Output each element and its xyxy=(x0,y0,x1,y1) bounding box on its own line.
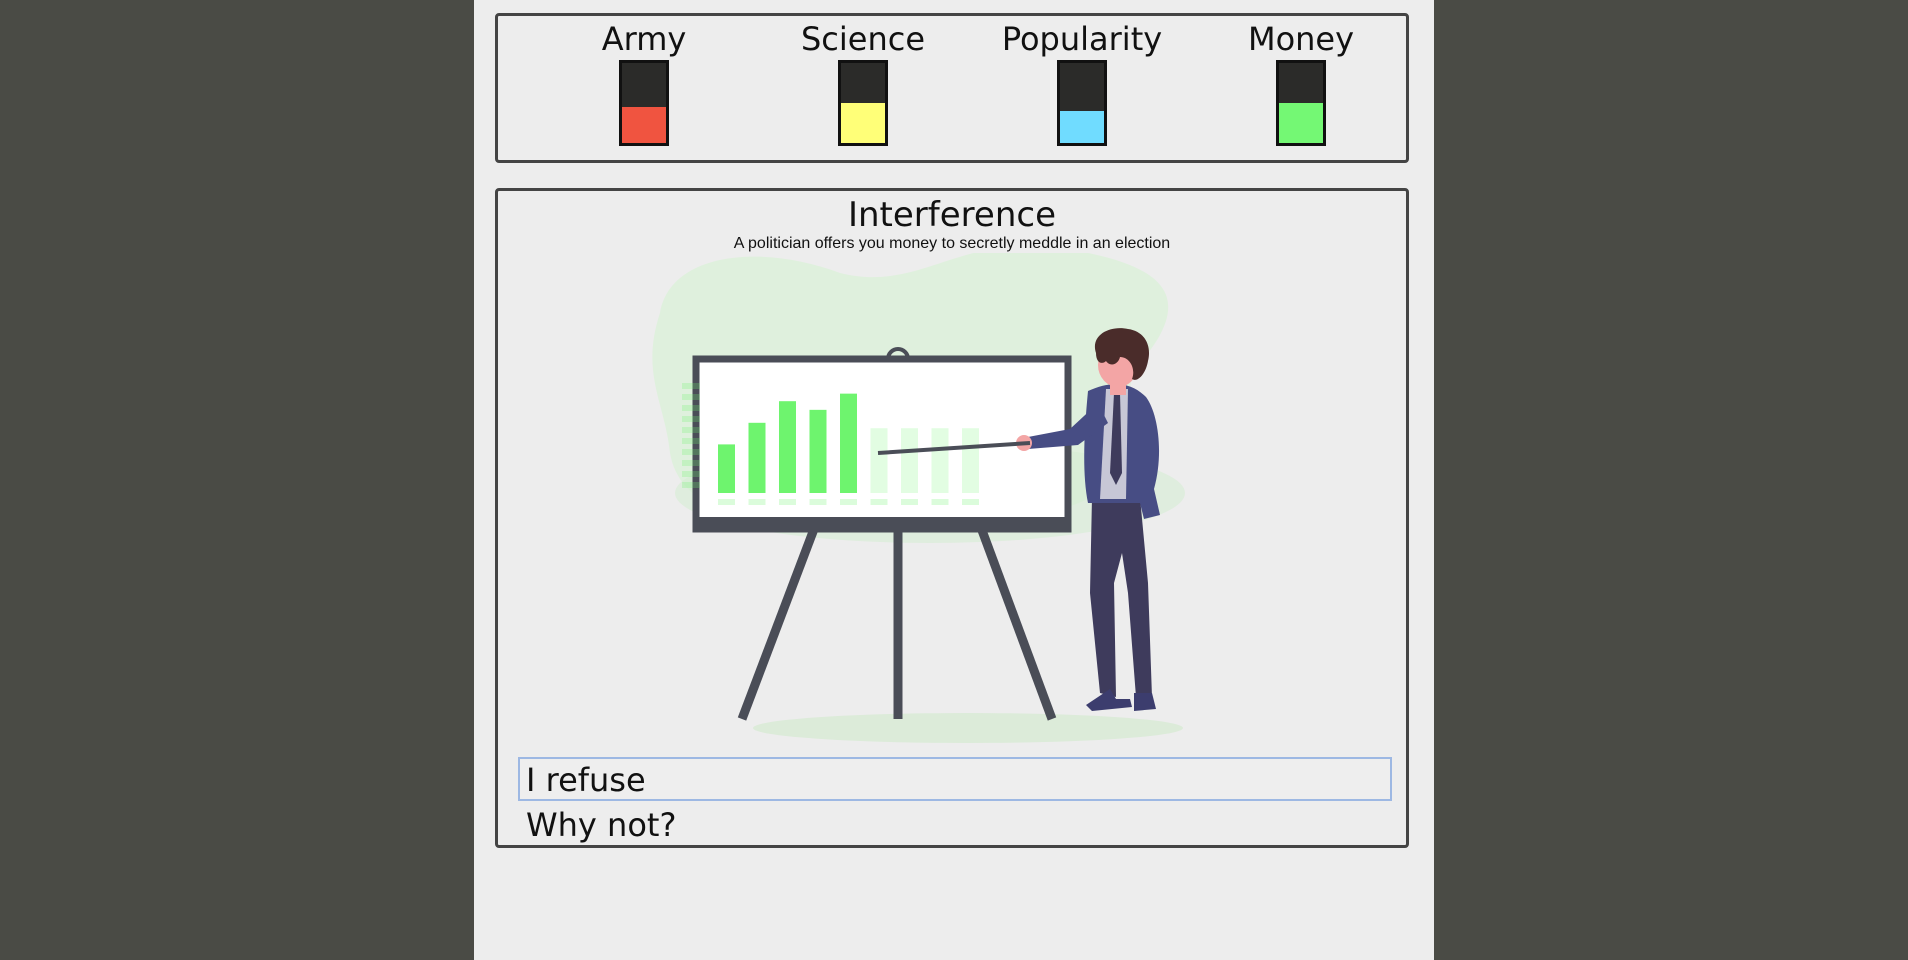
stat-label-money: Money xyxy=(1247,20,1355,58)
chart-axis-tick xyxy=(682,394,700,400)
chart-bar xyxy=(779,401,796,493)
event-card: Interference A politician offers you mon… xyxy=(495,188,1409,848)
chart-bar xyxy=(931,428,949,493)
army-meter xyxy=(619,60,669,146)
chart-bar xyxy=(718,444,735,493)
chart-bar xyxy=(870,428,888,493)
floor-shadow xyxy=(753,713,1183,743)
chart-axis-tick xyxy=(682,405,700,411)
presenter-chart-illustration xyxy=(652,253,1185,743)
game-screen: Army Science Popularity Money Interferen… xyxy=(474,0,1434,960)
chart-bar xyxy=(809,409,827,493)
choice-accept-button[interactable]: Why not? xyxy=(518,802,1392,846)
chart-bar xyxy=(901,428,918,493)
chart-axis-tick xyxy=(682,449,700,455)
stat-money: Money xyxy=(1201,20,1401,146)
chart-axis-tick xyxy=(682,383,700,389)
popularity-meter-fill xyxy=(1060,111,1104,143)
chart-bar-label xyxy=(962,499,979,505)
chart-bar xyxy=(748,422,766,493)
person-shoe-right xyxy=(1134,693,1156,711)
money-meter xyxy=(1276,60,1326,146)
stat-army: Army xyxy=(544,20,744,146)
army-meter-fill xyxy=(622,107,666,143)
stat-label-science: Science xyxy=(800,20,926,58)
chart-bar-label xyxy=(870,499,888,505)
person-legs xyxy=(1090,497,1152,697)
chart-bar-label xyxy=(840,499,857,505)
chart-axis-tick xyxy=(682,482,700,488)
chart-bar-label xyxy=(718,499,735,505)
money-meter-fill xyxy=(1279,103,1323,143)
stats-panel: Army Science Popularity Money xyxy=(495,13,1409,163)
stat-science: Science xyxy=(763,20,963,146)
chart-bar xyxy=(962,428,979,493)
science-meter-fill xyxy=(841,103,885,143)
science-meter xyxy=(838,60,888,146)
stat-popularity: Popularity xyxy=(982,20,1182,146)
chart-axis-tick xyxy=(682,460,700,466)
chart-axis-tick xyxy=(682,416,700,422)
chart-bar-label xyxy=(931,499,949,505)
board-bottom-bar xyxy=(696,517,1068,529)
event-title: Interference xyxy=(847,195,1056,235)
chart-bar-label xyxy=(901,499,918,505)
chart-bar-label xyxy=(809,499,827,505)
popularity-meter xyxy=(1057,60,1107,146)
person-shoe-left xyxy=(1086,689,1132,711)
chart-bar xyxy=(840,393,857,493)
stat-label-popularity: Popularity xyxy=(1001,20,1163,58)
chart-axis-tick xyxy=(682,427,700,433)
event-description: A politician offers you money to secretl… xyxy=(733,235,1171,252)
chart-bar-label xyxy=(748,499,766,505)
chart-axis-tick xyxy=(682,438,700,444)
chart-axis-tick xyxy=(682,471,700,477)
chart-bar-label xyxy=(779,499,796,505)
stat-label-army: Army xyxy=(601,20,687,58)
choice-refuse-button[interactable]: I refuse xyxy=(518,757,1392,801)
